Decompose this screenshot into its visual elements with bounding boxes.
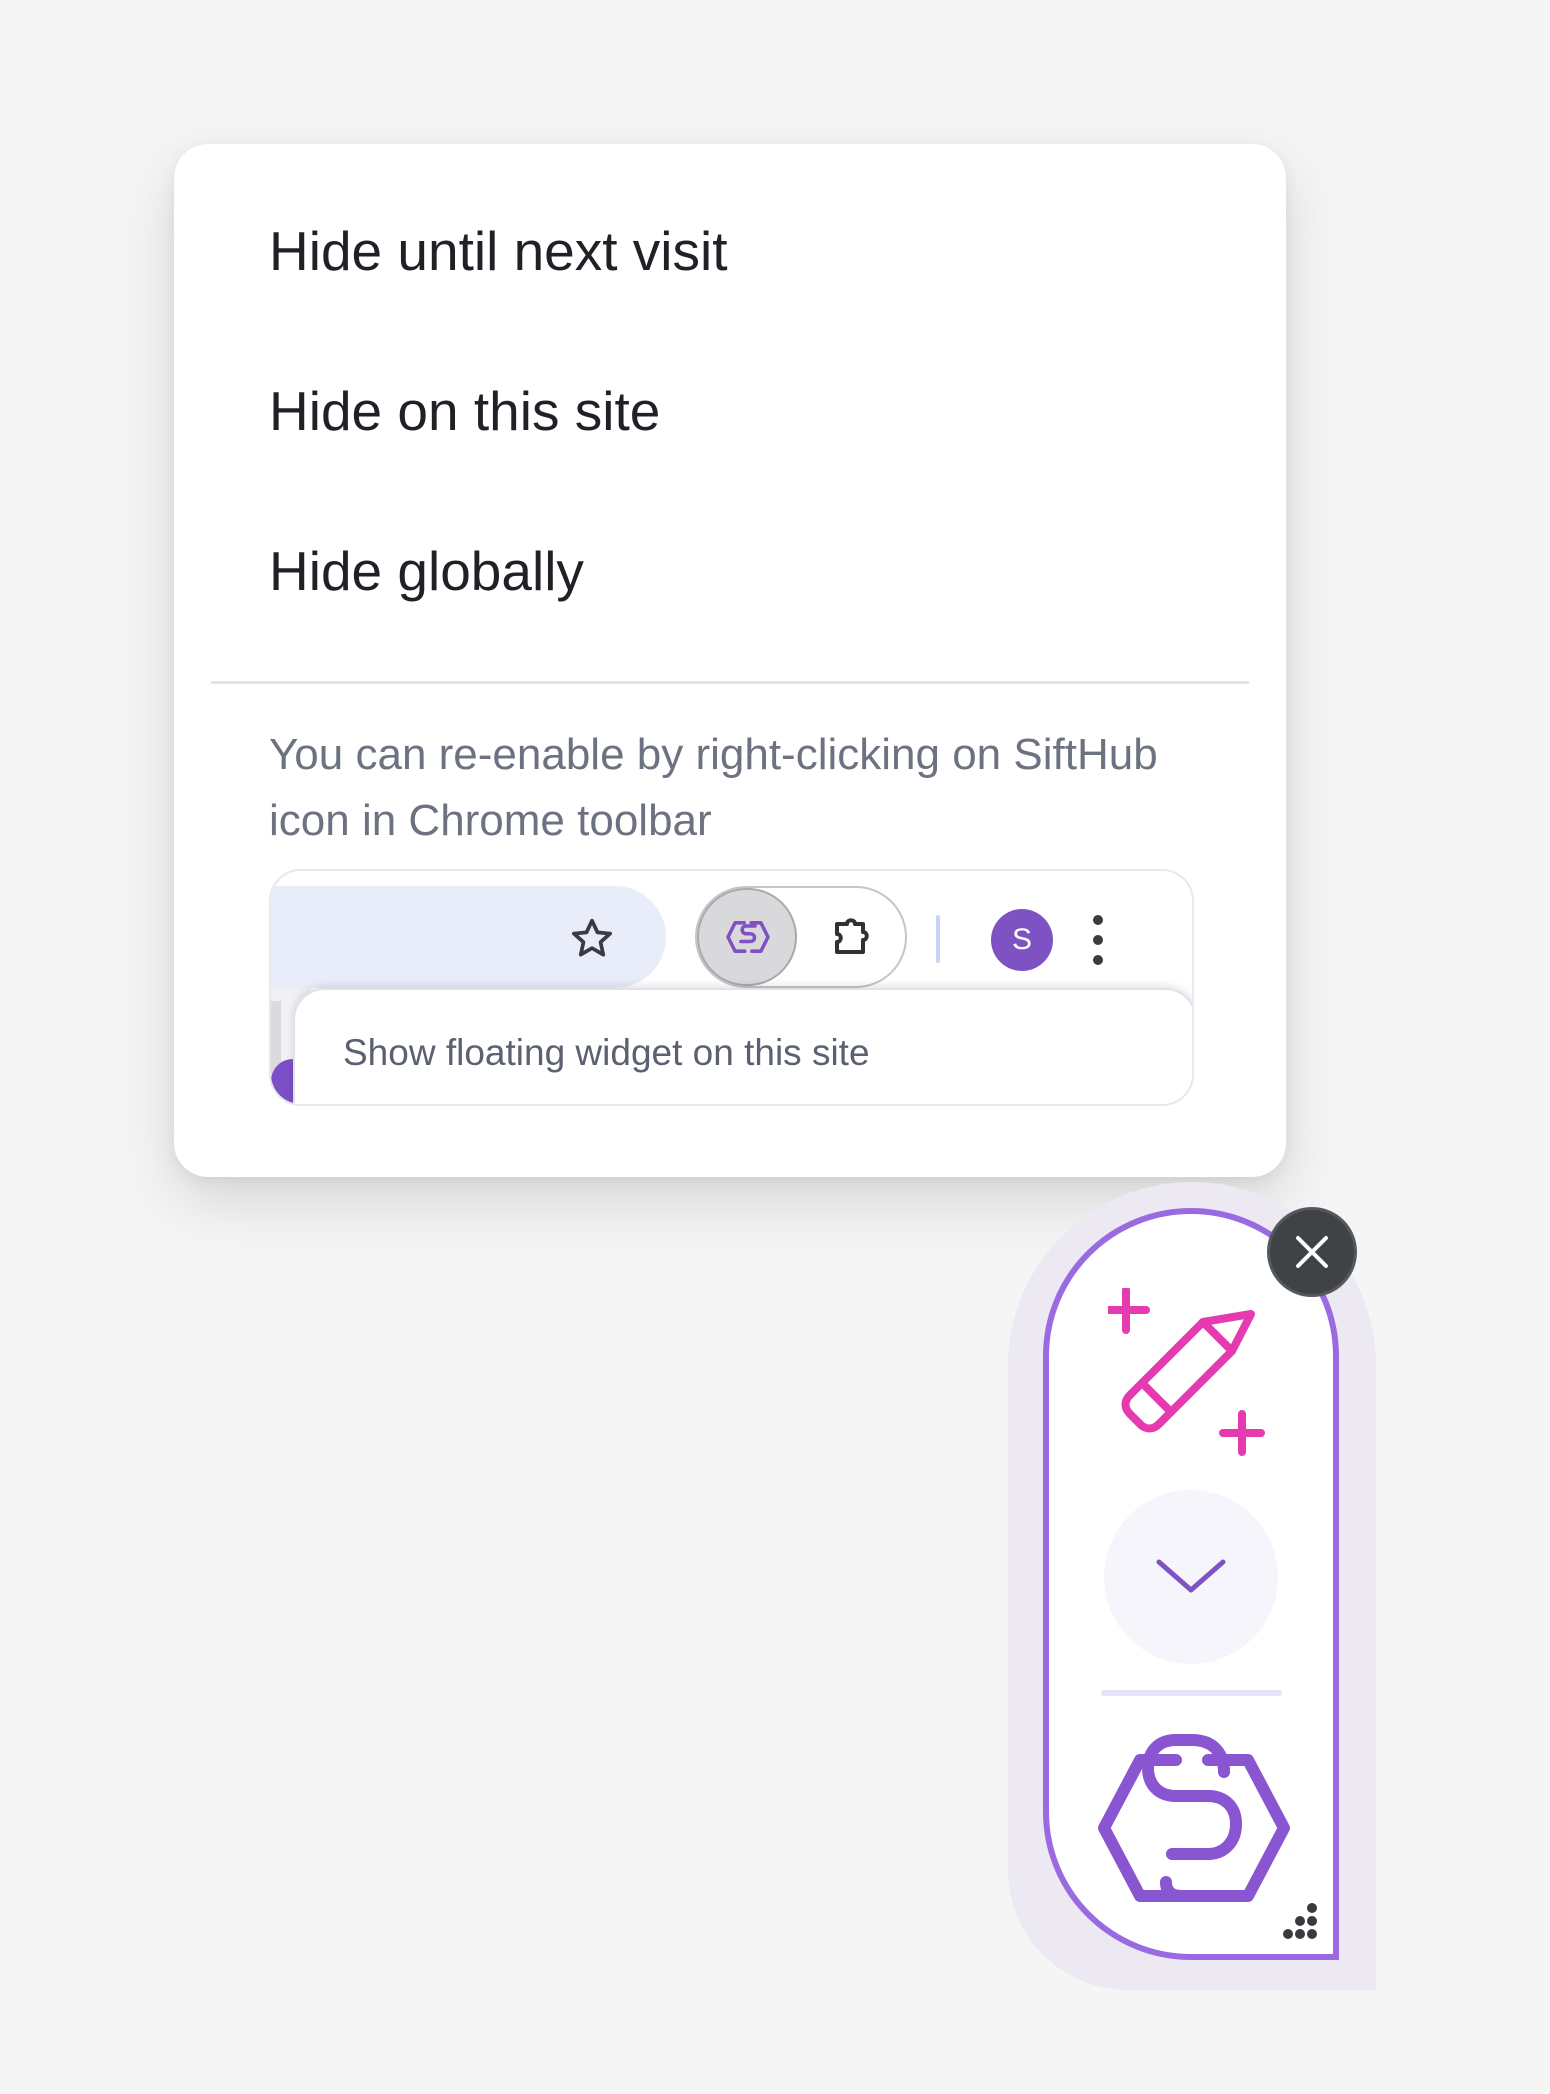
sifthub-toolbar-button	[697, 888, 797, 986]
menu-divider	[211, 681, 1249, 684]
drag-handle-icon[interactable]	[1280, 1900, 1324, 1944]
extension-context-menu: Show floating widget on this site	[293, 988, 1192, 1104]
star-icon	[572, 918, 612, 957]
extensions-group	[695, 886, 907, 988]
puzzle-icon	[835, 918, 869, 954]
hide-on-this-site-option[interactable]: Hide on this site	[269, 384, 660, 439]
hide-globally-option[interactable]: Hide globally	[269, 544, 584, 599]
chevron-down-icon	[1156, 1559, 1226, 1593]
collapse-widget-button[interactable]	[1104, 1490, 1278, 1664]
profile-avatar: S	[991, 909, 1053, 971]
hide-widget-menu: Hide until next visit Hide on this site …	[174, 144, 1286, 1177]
more-vert-icon	[1093, 915, 1103, 965]
close-widget-button[interactable]	[1267, 1207, 1357, 1297]
widget-divider	[1101, 1690, 1282, 1696]
reenable-hint-text: You can re-enable by right-clicking on S…	[269, 730, 1158, 845]
hide-until-next-visit-option[interactable]: Hide until next visit	[269, 224, 728, 279]
show-floating-widget-option[interactable]: Show floating widget on this site	[343, 1032, 870, 1074]
chrome-toolbar-illustration: S Show floating widget on this site	[269, 869, 1194, 1106]
sifthub-icon	[726, 921, 770, 953]
sifthub-logo-icon[interactable]	[1096, 1732, 1292, 1904]
magic-pencil-icon[interactable]	[1108, 1288, 1268, 1458]
close-icon	[1296, 1236, 1328, 1268]
toolbar-separator	[936, 915, 940, 963]
